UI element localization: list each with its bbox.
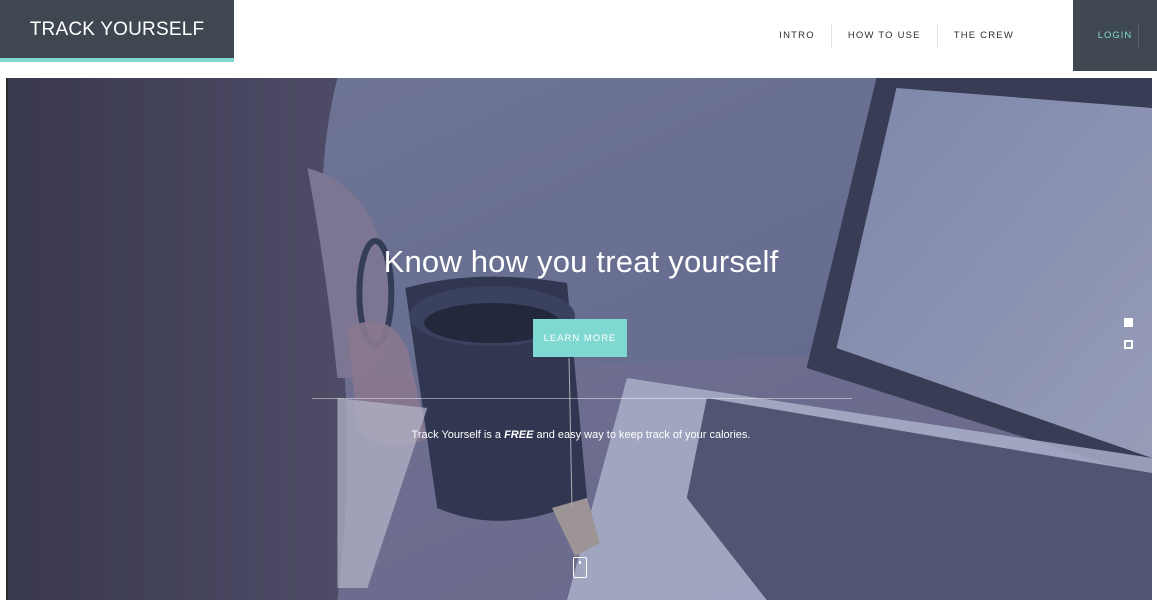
site-header: TRACK YOURSELF INTRO HOW TO USE THE CREW… — [0, 0, 1157, 71]
login-link[interactable]: LOGIN — [1098, 30, 1133, 41]
login-divider — [1138, 24, 1139, 48]
tagline-emphasis: FREE — [504, 429, 534, 441]
slide-dot-2[interactable] — [1124, 340, 1133, 349]
nav-item-how-to-use[interactable]: HOW TO USE — [832, 24, 937, 48]
learn-more-button[interactable]: LEARN MORE — [533, 319, 627, 357]
slide-indicator — [1124, 318, 1133, 362]
mouse-scroll-icon[interactable] — [573, 557, 587, 578]
hero-headline: Know how you treat yourself — [383, 244, 779, 279]
nav-item-the-crew[interactable]: THE CREW — [938, 24, 1030, 48]
tagline-suffix: and easy way to keep track of your calor… — [533, 429, 751, 441]
hero-section: Know how you treat yourself LEARN MORE T… — [6, 78, 1152, 600]
nav-item-intro[interactable]: INTRO — [763, 24, 831, 48]
slide-dot-1[interactable] — [1124, 318, 1133, 327]
brand-title: TRACK YOURSELF — [29, 19, 205, 40]
tagline-prefix: Track Yourself is a — [411, 429, 505, 441]
main-nav: INTRO HOW TO USE THE CREW — [763, 24, 1030, 48]
hero-divider — [312, 398, 852, 399]
hero-tagline: Track Yourself is a FREE and easy way to… — [8, 429, 1152, 441]
login-panel: LOGIN — [1073, 0, 1157, 71]
brand-logo[interactable]: TRACK YOURSELF — [0, 0, 234, 62]
